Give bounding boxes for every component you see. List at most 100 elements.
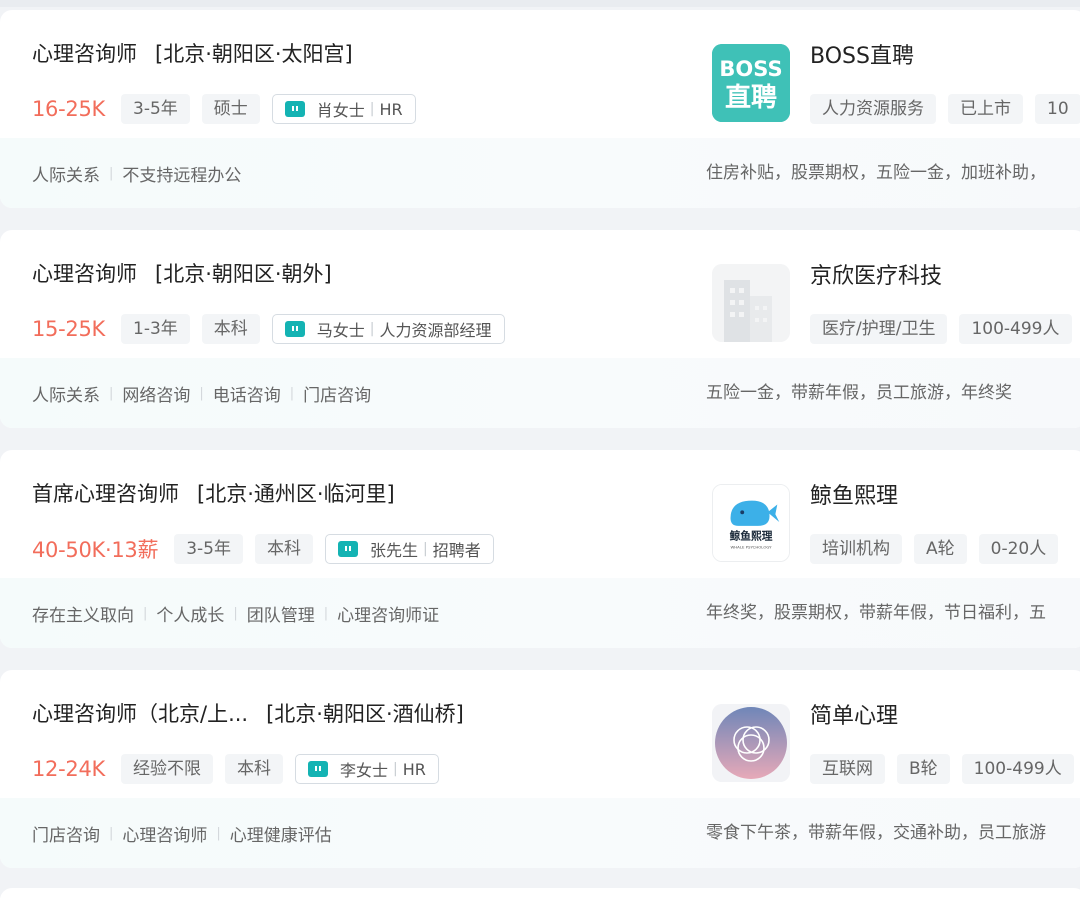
boss-logo-icon: BOSS 直聘 (712, 44, 790, 122)
chat-icon (337, 541, 358, 557)
job-card[interactable]: 心理咨询师 [北京·朝阳区·太阳宫] 16-25K 3-5年 硕士 肖女士 | … (0, 10, 1080, 208)
divider: | (109, 165, 114, 181)
skill-tag: 门店咨询 (32, 825, 100, 846)
job-title[interactable]: 心理咨询师 (32, 38, 137, 68)
job-header: 首席心理咨询师 [北京·通州区·临河里] (32, 478, 395, 508)
experience-tag: 3-5年 (121, 94, 190, 124)
salary: 15-25K (32, 317, 105, 341)
company-name[interactable]: 简单心理 (810, 698, 898, 730)
education-tag: 本科 (225, 754, 283, 784)
recruiter-name: 李女士 (340, 761, 389, 780)
job-info: 12-24K 经验不限 本科 李女士 | HR (32, 754, 439, 784)
skill-tags: 存在主义取向 | 个人成长 | 团队管理 | 心理咨询师证 (32, 578, 439, 648)
experience-tag: 1-3年 (121, 314, 190, 344)
divider: | (393, 761, 398, 777)
recruiter-role: HR (402, 759, 426, 779)
job-title[interactable]: 心理咨询师（北京/上... (32, 698, 248, 728)
next-card-edge (0, 888, 1080, 898)
chat-icon (284, 321, 305, 337)
salary: 16-25K (32, 97, 105, 121)
salary: 12-24K (32, 757, 105, 781)
company-industry-tag: 互联网 (810, 754, 885, 784)
recruiter-name: 张先生 (369, 541, 418, 560)
job-title[interactable]: 首席心理咨询师 (32, 478, 179, 508)
divider: | (216, 825, 221, 841)
skill-tags: 门店咨询 | 心理咨询师 | 心理健康评估 (32, 798, 332, 868)
divider: | (289, 385, 295, 401)
divider: | (143, 605, 148, 621)
recruiter-role: 招聘者 (432, 541, 481, 560)
recruiter-chat-button[interactable]: 李女士 | HR (295, 754, 439, 784)
divider: | (369, 321, 375, 337)
job-location: [北京·朝阳区·酒仙桥] (266, 702, 464, 726)
skill-tag: 网络咨询 (122, 385, 191, 406)
skill-tag: 人际关系 (32, 385, 100, 406)
skill-tag: 心理健康评估 (229, 825, 332, 846)
benefits-text: 年终奖，股票期权，带薪年假，节日福利，五 (706, 603, 1046, 623)
job-header: 心理咨询师（北京/上... [北京·朝阳区·酒仙桥] (32, 698, 464, 728)
job-location: [北京·朝阳区·朝外] (155, 262, 332, 286)
skill-tags: 人际关系 | 不支持远程办公 (32, 138, 241, 208)
divider: | (233, 605, 238, 621)
skill-tag: 人际关系 (32, 165, 100, 186)
company-logo[interactable] (712, 264, 790, 342)
education-tag: 硕士 (201, 94, 260, 124)
skill-tag: 团队管理 (246, 605, 315, 626)
company-tags: 互联网 B轮 100-499人 (810, 754, 1080, 784)
card-footer: 门店咨询 | 心理咨询师 | 心理健康评估 零食下午茶，带薪年假，交通补助，员工旅游 (0, 798, 1080, 868)
recruiter-role: HR (379, 99, 403, 119)
job-location: [北京·通州区·临河里] (197, 482, 395, 506)
company-industry-tag: 人力资源服务 (810, 94, 936, 124)
job-info: 15-25K 1-3年 本科 马女士 | 人力资源部经理 (32, 314, 505, 344)
job-location: [北京·朝阳区·太阳宫] (155, 42, 353, 66)
benefits-text: 住房补贴，股票期权，五险一金，加班补助， (706, 163, 1046, 183)
job-header: 心理咨询师 [北京·朝阳区·太阳宫] (32, 38, 353, 68)
benefits-text: 五险一金，带薪年假，员工旅游，年终奖 (706, 383, 1012, 403)
company-stage-tag: A轮 (914, 534, 967, 564)
skill-tag: 门店咨询 (303, 385, 372, 406)
divider: | (323, 605, 329, 621)
job-card[interactable]: 心理咨询师 [北京·朝阳区·朝外] 15-25K 1-3年 本科 马女士 | 人… (0, 230, 1080, 428)
circles-logo-icon (712, 704, 790, 782)
company-name[interactable]: 鲸鱼熙理 (810, 478, 898, 510)
company-tags: 人力资源服务 已上市 10 (810, 94, 1080, 124)
company-stage-tag: 已上市 (948, 94, 1023, 124)
salary: 40-50K·13薪 (32, 538, 159, 562)
svg-text:WHALE PSYCHOLOGY: WHALE PSYCHOLOGY (730, 544, 772, 549)
benefits-text: 零食下午茶，带薪年假，交通补助，员工旅游 (706, 823, 1046, 843)
company-logo[interactable]: 鲸鱼熙理 WHALE PSYCHOLOGY (712, 484, 790, 562)
company-logo[interactable]: BOSS 直聘 (712, 44, 790, 122)
company-logo[interactable] (712, 704, 790, 782)
recruiter-chat-button[interactable]: 马女士 | 人力资源部经理 (271, 314, 505, 344)
recruiter-chat-button[interactable]: 肖女士 | HR (271, 94, 416, 124)
education-tag: 本科 (201, 314, 260, 344)
job-info: 40-50K·13薪 3-5年 本科 张先生 | 招聘者 (32, 534, 494, 564)
experience-tag: 3-5年 (174, 534, 243, 564)
svg-text:直聘: 直聘 (725, 83, 777, 113)
company-tags: 医疗/护理/卫生 100-499人 (810, 314, 1080, 344)
company-industry-tag: 培训机构 (810, 534, 902, 564)
recruiter-chat-button[interactable]: 张先生 | 招聘者 (324, 534, 494, 564)
company-size-tag: 10 (1035, 94, 1080, 124)
job-card[interactable]: 首席心理咨询师 [北京·通州区·临河里] 40-50K·13薪 3-5年 本科 … (0, 450, 1080, 648)
card-footer: 存在主义取向 | 个人成长 | 团队管理 | 心理咨询师证 年终奖，股票期权，带薪年假… (0, 578, 1080, 648)
building-icon (712, 264, 790, 342)
job-header: 心理咨询师 [北京·朝阳区·朝外] (32, 258, 332, 288)
svg-text:鲸鱼熙理: 鲸鱼熙理 (730, 530, 773, 543)
recruiter-name: 肖女士 (316, 101, 365, 120)
skill-tags: 人际关系 | 网络咨询 | 电话咨询 | 门店咨询 (32, 358, 371, 428)
job-card[interactable]: 心理咨询师（北京/上... [北京·朝阳区·酒仙桥] 12-24K 经验不限 本… (0, 670, 1080, 868)
skill-tag: 不支持远程办公 (122, 165, 242, 186)
company-industry-tag: 医疗/护理/卫生 (810, 314, 948, 344)
company-size-tag: 0-20人 (978, 534, 1059, 564)
svg-text:BOSS: BOSS (719, 57, 782, 81)
divider: | (369, 101, 375, 117)
company-name[interactable]: BOSS直聘 (810, 38, 914, 70)
company-name[interactable]: 京欣医疗科技 (810, 258, 942, 290)
experience-tag: 经验不限 (121, 754, 213, 784)
whale-icon: 鲸鱼熙理 WHALE PSYCHOLOGY (713, 485, 789, 561)
divider: | (423, 541, 428, 557)
card-footer: 人际关系 | 网络咨询 | 电话咨询 | 门店咨询 五险一金，带薪年假，员工旅游，年终… (0, 358, 1080, 428)
company-tags: 培训机构 A轮 0-20人 (810, 534, 1070, 564)
job-title[interactable]: 心理咨询师 (32, 258, 137, 288)
